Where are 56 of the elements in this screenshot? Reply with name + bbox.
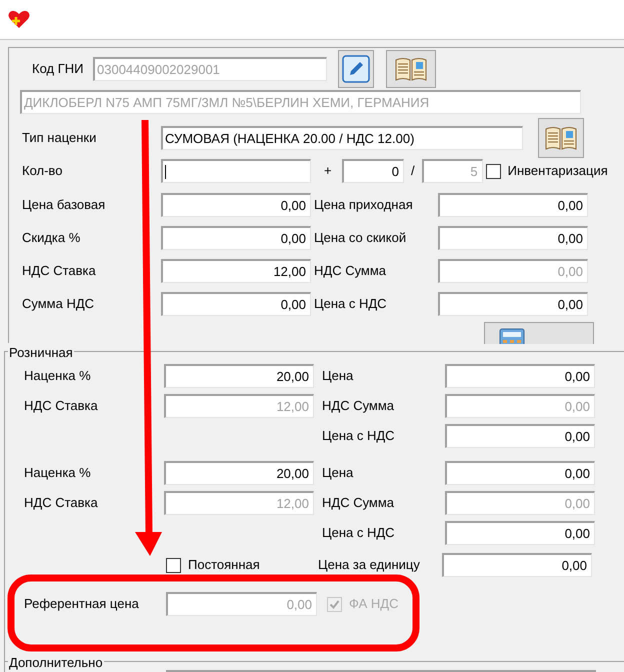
input-field[interactable]: 12,00 xyxy=(161,259,311,283)
checkbox-label: ФА НДС xyxy=(349,595,398,614)
field-label: НДС Ставка xyxy=(24,397,98,416)
checkbox[interactable] xyxy=(486,164,501,178)
input-field[interactable]: 0,00 xyxy=(445,521,595,545)
field-label: Цена со скикой xyxy=(314,229,406,248)
field-label: Цена за единицу xyxy=(318,556,420,574)
field-label: Цена xyxy=(322,367,354,386)
checkbox-label: Инвентаризация xyxy=(508,162,608,180)
input-field[interactable]: 0,00 xyxy=(438,226,588,250)
input-field[interactable]: 0,00 xyxy=(161,193,311,217)
field-label: НДС Сумма xyxy=(314,262,386,280)
input-field[interactable]: СУМОВАЯ (НАЦЕНКА 20.00 / НДС 12.00) xyxy=(161,126,523,150)
field-label: Скидка % xyxy=(22,229,80,248)
heart-plus-icon xyxy=(8,9,30,29)
quantity-field[interactable] xyxy=(161,159,311,183)
field-label: НДС Ставка xyxy=(24,494,98,512)
field-label: Код ГНИ xyxy=(32,60,84,78)
field-label: НДС Сумма xyxy=(322,494,394,512)
field-label: Кол-во xyxy=(22,162,62,180)
field-label: Сумма НДС xyxy=(22,295,94,314)
edit-button[interactable] xyxy=(338,50,374,88)
input-field[interactable]: 0,00 xyxy=(161,226,311,250)
plus-sign: + xyxy=(324,162,333,180)
input-field[interactable]: 0,00 xyxy=(445,364,595,388)
markup-catalog-button[interactable] xyxy=(538,118,584,158)
input-field[interactable]: 0,00 xyxy=(445,461,595,485)
pencil-icon xyxy=(342,55,370,83)
field-label: НДС Ставка xyxy=(22,262,96,280)
input-field[interactable]: 20,00 xyxy=(164,364,314,388)
field-label: Референтная цена xyxy=(24,595,139,614)
checkbox[interactable] xyxy=(166,558,181,572)
catalog-button[interactable] xyxy=(386,50,436,88)
input-field[interactable]: 0,00 xyxy=(438,292,588,316)
field-label: Цена с НДС xyxy=(322,524,395,542)
field-label: НДС Сумма xyxy=(322,397,394,416)
field-label: Наценка % xyxy=(24,367,91,386)
input-field[interactable]: 0,00 xyxy=(442,553,592,577)
field-label: Цена с НДС xyxy=(314,295,387,314)
book-icon xyxy=(394,56,428,82)
input-field[interactable]: 20,00 xyxy=(164,461,314,485)
input-field[interactable]: 0,00 xyxy=(445,424,595,448)
input-field[interactable]: 0,00 xyxy=(438,193,588,217)
field-label: Цена базовая xyxy=(22,196,106,214)
text-cursor-icon xyxy=(165,164,166,178)
calculator-icon xyxy=(499,328,525,344)
input-field[interactable]: 0,00 xyxy=(161,292,311,316)
field-label: Наценка % xyxy=(24,464,91,482)
slash-sign: / xyxy=(411,162,415,180)
checkbox-label: Постоянная xyxy=(188,556,261,574)
field-label: Цена приходная xyxy=(314,196,413,214)
input-field[interactable]: 0 xyxy=(342,159,404,183)
field-label: Тип наценки xyxy=(22,129,96,148)
field-label: Цена с НДС xyxy=(322,427,395,446)
field-label: Цена xyxy=(322,464,354,482)
book-icon xyxy=(544,125,578,151)
